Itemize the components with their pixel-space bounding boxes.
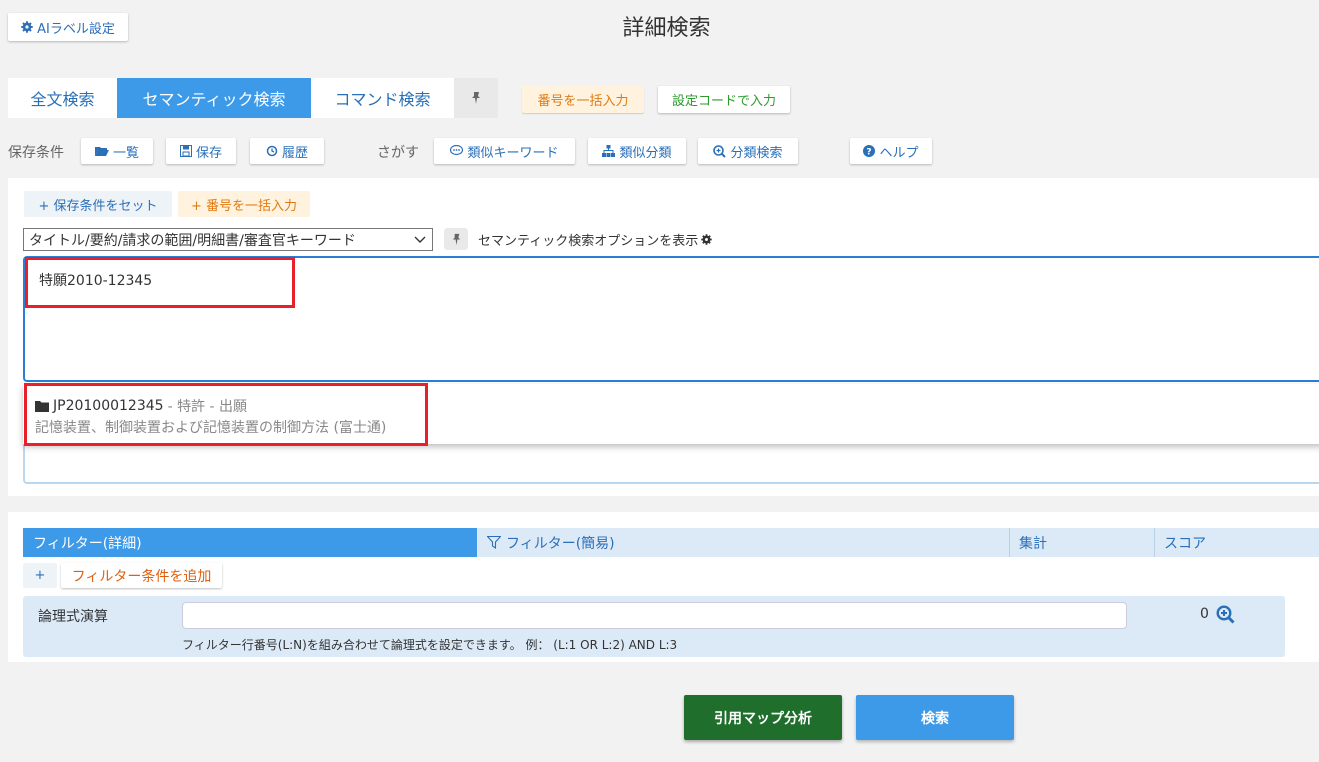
- history-label: 履歴: [281, 145, 308, 161]
- sitemap-icon: [602, 145, 616, 157]
- pin-icon: [450, 233, 463, 246]
- batch-number-input-button-2[interactable]: + 番号を一括入力: [178, 191, 310, 217]
- textarea-lower-area: [23, 440, 1319, 484]
- class-search-button[interactable]: 分類検索: [698, 138, 798, 164]
- pin-tab-button[interactable]: [454, 78, 498, 118]
- similar-class-button[interactable]: 類似分類: [588, 138, 686, 164]
- similar-keyword-label: 類似キーワード: [467, 145, 559, 161]
- setting-code-input-button[interactable]: 設定コードで入力: [658, 86, 790, 113]
- saved-conditions-label: 保存条件: [8, 145, 64, 161]
- logic-expression-label: 論理式演算: [38, 609, 108, 625]
- tab-filter-detailed[interactable]: フィルター(詳細): [23, 528, 477, 557]
- search-field-select-value: タイトル/要約/請求の範囲/明細書/審査官キーワード: [29, 232, 356, 249]
- list-button[interactable]: 一覧: [81, 138, 153, 164]
- citation-map-analysis-button[interactable]: 引用マップ分析: [684, 695, 842, 740]
- zoom-in-icon[interactable]: [1216, 605, 1235, 624]
- similar-keyword-button[interactable]: 類似キーワード: [434, 138, 575, 164]
- history-button[interactable]: 履歴: [250, 138, 324, 164]
- add-filter-condition-button[interactable]: フィルター条件を追加: [61, 563, 222, 588]
- svg-text:?: ?: [867, 148, 872, 158]
- page-title: 詳細検索: [622, 16, 711, 41]
- search-field-select[interactable]: タイトル/要約/請求の範囲/明細書/審査官キーワード: [23, 228, 433, 251]
- logic-result-count: 0: [1200, 606, 1209, 622]
- logic-expression-help: フィルター行番号(L:N)を組み合わせて論理式を設定できます。 例： (L:1 …: [182, 638, 678, 652]
- question-circle-icon: ?: [863, 145, 876, 158]
- filter-icon: [487, 536, 501, 549]
- query-highlight-box: [25, 257, 295, 308]
- filter-tabs: フィルター(詳細) フィルター(簡易) 集計 スコア: [23, 528, 1319, 557]
- folder-open-icon: [94, 146, 109, 157]
- list-label: 一覧: [112, 145, 139, 161]
- tab-filter-simple[interactable]: フィルター(簡易): [477, 528, 1009, 557]
- chevron-down-icon: [414, 236, 426, 244]
- semantic-option-label: セマンティック検索オプションを表示: [478, 234, 699, 249]
- suggestion-highlight-box: [24, 383, 428, 446]
- similar-class-label: 類似分類: [619, 145, 672, 161]
- semantic-option-toggle[interactable]: セマンティック検索オプションを表示: [478, 230, 712, 249]
- pin-icon: [469, 91, 483, 105]
- tab-filter-simple-label: フィルター(簡易): [506, 535, 615, 552]
- set-saved-condition-button[interactable]: + 保存条件をセット: [24, 191, 172, 217]
- search-button[interactable]: 検索: [856, 695, 1014, 740]
- search-tools-label: さがす: [377, 145, 419, 161]
- tab-semantic-search[interactable]: セマンティック検索: [117, 78, 311, 118]
- comment-icon: [450, 145, 464, 157]
- tab-fulltext-search[interactable]: 全文検索: [8, 78, 117, 118]
- tab-aggregate[interactable]: 集計: [1009, 528, 1154, 557]
- save-label: 保存: [195, 145, 222, 161]
- class-search-label: 分類検索: [730, 145, 783, 161]
- search-plus-icon: [713, 144, 727, 158]
- help-label: ヘルプ: [879, 145, 919, 161]
- floppy-disk-icon: [179, 145, 192, 157]
- pin-field-button[interactable]: [444, 228, 468, 250]
- history-icon: [266, 145, 278, 157]
- add-filter-plus-button[interactable]: +: [23, 563, 57, 588]
- save-button[interactable]: 保存: [166, 138, 236, 164]
- logic-expression-input[interactable]: [182, 602, 1127, 629]
- batch-number-input-button[interactable]: 番号を一括入力: [522, 86, 644, 113]
- help-button[interactable]: ? ヘルプ: [850, 138, 932, 164]
- tab-command-search[interactable]: コマンド検索: [311, 78, 454, 118]
- tab-score[interactable]: スコア: [1154, 528, 1319, 557]
- gear-icon: [701, 234, 712, 245]
